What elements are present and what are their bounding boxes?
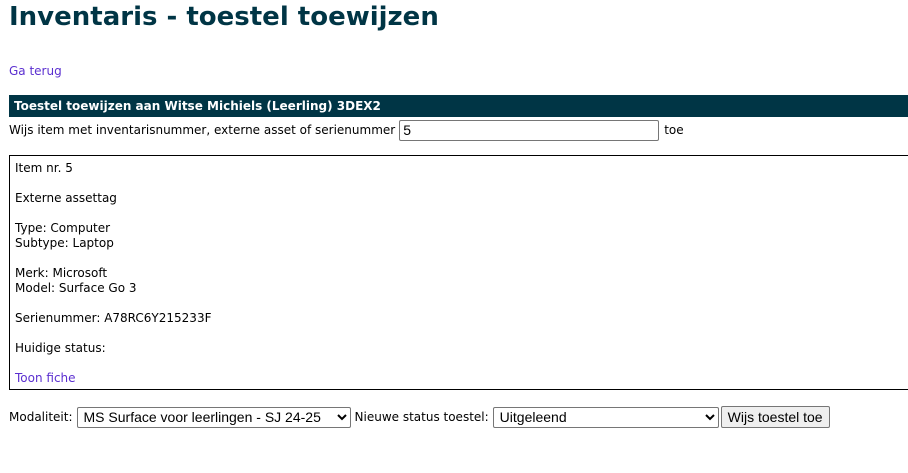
modality-select[interactable]: MS Surface voor leerlingen - SJ 24-25 (76, 406, 351, 428)
item-number: Item nr. 5 (15, 161, 73, 175)
show-detail-link[interactable]: Toon fiche (15, 371, 76, 385)
search-input[interactable] (399, 119, 660, 141)
item-external-tag: Externe assettag (15, 191, 117, 205)
page-title: Inventaris - toestel toewijzen (9, 2, 439, 32)
modality-label: Modaliteit: (9, 410, 73, 424)
new-status-select[interactable]: Uitgeleend (492, 406, 719, 428)
assign-device-button[interactable]: Wijs toestel toe (720, 406, 830, 428)
item-type: Type: Computer (15, 221, 111, 235)
item-subtype: Subtype: Laptop (15, 236, 114, 250)
item-model: Model: Surface Go 3 (15, 281, 137, 295)
assign-search-row: Wijs item met inventarisnummer, externe … (9, 118, 684, 142)
item-status: Huidige status: (15, 341, 106, 355)
assign-form-row: Modaliteit: MS Surface voor leerlingen -… (9, 405, 830, 429)
item-brand: Merk: Microsoft (15, 266, 108, 280)
assign-section-header: Toestel toewijzen aan Witse Michiels (Le… (9, 95, 908, 117)
item-serial: Serienummer: A78RC6Y215233F (15, 311, 212, 325)
back-link[interactable]: Ga terug (9, 64, 62, 78)
new-status-label: Nieuwe status toestel: (354, 410, 489, 424)
search-label: Wijs item met inventarisnummer, externe … (9, 123, 396, 137)
item-details-panel: Item nr. 5 Externe assettag Type: Comput… (9, 155, 908, 390)
add-label: toe (664, 123, 684, 137)
